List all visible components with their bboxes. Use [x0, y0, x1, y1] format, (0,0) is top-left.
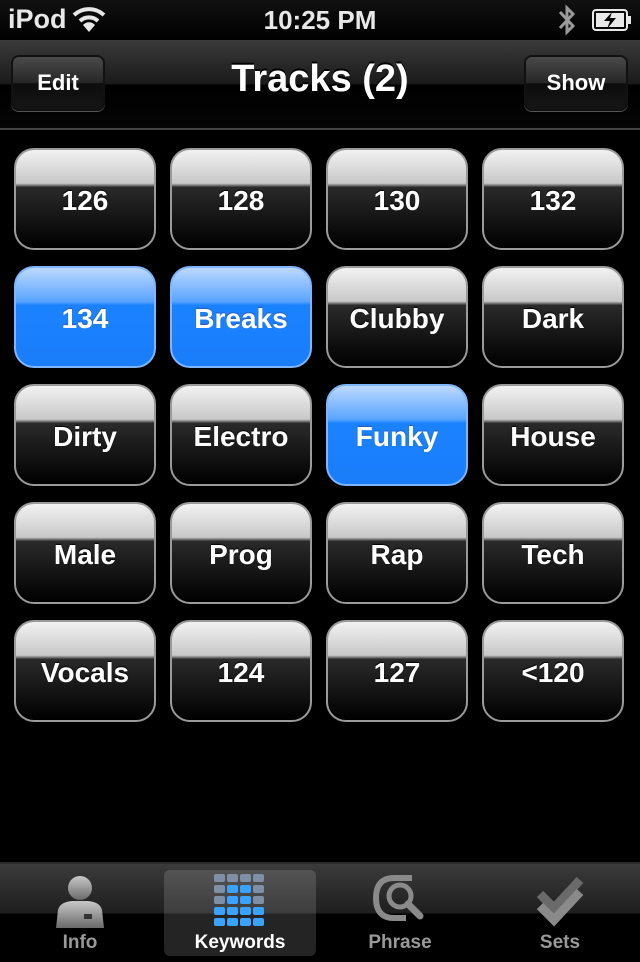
keyword-grid-icon-tile [227, 918, 238, 926]
tab-phrase[interactable]: Phrase [324, 870, 476, 956]
status-bar: iPod 10:25 PM [0, 0, 640, 40]
keyword-button[interactable]: Electro [170, 384, 312, 486]
show-button[interactable]: Show [524, 55, 628, 111]
tab-label: Sets [539, 932, 581, 953]
keyword-button[interactable]: <120 [482, 620, 624, 722]
keyword-button[interactable]: Prog [170, 502, 312, 604]
keyword-grid-icon-tile [253, 918, 264, 926]
keyword-grid-icon-tile [214, 874, 225, 882]
keyword-button[interactable]: Dirty [14, 384, 156, 486]
battery-charging-icon [592, 9, 631, 31]
clock: 10:25 PM [263, 5, 377, 35]
checkmarks-icon [536, 876, 584, 927]
keyword-grid-icon-tile [253, 885, 264, 893]
keyword-grid-icon-tile [253, 874, 264, 882]
tab-sets[interactable]: Sets [484, 870, 636, 956]
person-icon [56, 876, 104, 928]
keyword-grid-icon-tile [227, 885, 238, 893]
keyword-button[interactable]: Funky [326, 384, 468, 486]
keyword-grid-icon-tile [214, 885, 225, 893]
keyword-grid-icon-tile [227, 874, 238, 882]
keyword-grid-icon-tile [214, 918, 225, 926]
keyword-grid-icon-tile [227, 907, 238, 915]
keyword-button[interactable]: 134 [14, 266, 156, 368]
keyword-grid: 126 128 130 132 134 Breaks Clubby Dark Dirty Elec… [14, 148, 628, 722]
keyword-button[interactable]: 126 [14, 148, 156, 250]
tab-info[interactable]: Info [4, 870, 156, 956]
keyword-grid-icon-tile [227, 896, 238, 904]
tab-keywords[interactable]: Keywords [164, 870, 316, 956]
keyword-grid-icon [214, 874, 264, 926]
tab-label: Phrase [368, 932, 432, 953]
keyword-button[interactable]: Dark [482, 266, 624, 368]
keyword-button[interactable]: Rap [326, 502, 468, 604]
keyword-grid-icon-tile [240, 918, 251, 926]
tab-label: Keywords [194, 932, 286, 953]
keyword-button[interactable]: Vocals [14, 620, 156, 722]
keyword-grid-icon-tile [240, 896, 251, 904]
keyword-grid-icon-tile [214, 896, 225, 904]
keyword-button[interactable]: Tech [482, 502, 624, 604]
bluetooth-icon [558, 4, 576, 36]
keyword-grid-icon-tile [240, 874, 251, 882]
keyword-button[interactable]: Breaks [170, 266, 312, 368]
keyword-grid-icon-tile [253, 907, 264, 915]
keyword-button[interactable]: Clubby [326, 266, 468, 368]
keyword-grid-icon-tile [214, 907, 225, 915]
tab-label: Info [62, 932, 98, 953]
keyword-button[interactable]: House [482, 384, 624, 486]
tab-bar: Info Keywords Phrase Sets [0, 862, 640, 962]
keyword-button[interactable]: 124 [170, 620, 312, 722]
keyword-button[interactable]: 130 [326, 148, 468, 250]
navigation-bar: Edit Tracks (2) Show [0, 40, 640, 130]
keyword-grid-icon-tile [240, 907, 251, 915]
search-phrase-icon [372, 875, 424, 921]
keyword-button[interactable]: 127 [326, 620, 468, 722]
keyword-grid-icon-tile [253, 896, 264, 904]
keyword-button[interactable]: 132 [482, 148, 624, 250]
keyword-grid-icon-tile [240, 885, 251, 893]
keyword-button[interactable]: Male [14, 502, 156, 604]
keyword-button[interactable]: 128 [170, 148, 312, 250]
